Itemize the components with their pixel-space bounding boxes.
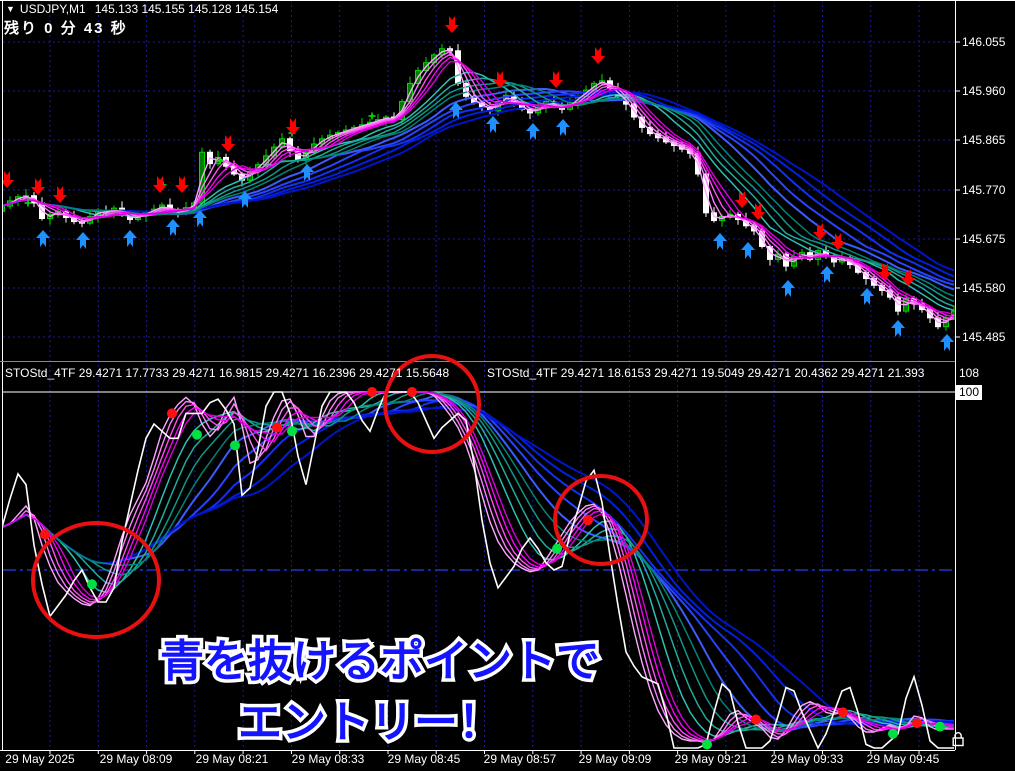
oscillator-panel bbox=[2, 387, 955, 749]
ma-line-blue-4 bbox=[2, 93, 954, 271]
time-axis-label: 29 May 08:45 bbox=[388, 752, 461, 766]
time-axis-label: 29 May 09:45 bbox=[867, 752, 940, 766]
candle-countdown-timer: 残り 0 分 43 秒 bbox=[4, 17, 128, 38]
oscillator-scale-max-label: 108 bbox=[959, 366, 979, 380]
price-axis-label: 146.055 bbox=[962, 35, 1005, 49]
green-dot bbox=[192, 430, 202, 440]
ma-line-magenta-4 bbox=[2, 62, 954, 315]
red-dot bbox=[407, 387, 417, 397]
time-axis-label: 29 May 09:21 bbox=[675, 752, 748, 766]
green-dot bbox=[287, 426, 297, 436]
sell-arrow-icon bbox=[445, 16, 459, 33]
buy-arrow-icon bbox=[76, 232, 90, 249]
entry-annotation-circle bbox=[555, 476, 647, 564]
red-dot bbox=[40, 529, 50, 539]
red-dot bbox=[367, 387, 377, 397]
sell-arrow-icon bbox=[31, 178, 45, 195]
time-axis-label: 29 May 08:57 bbox=[484, 752, 557, 766]
main-price-chart bbox=[0, 16, 957, 351]
sell-arrow-icon bbox=[549, 71, 563, 88]
red-dot bbox=[272, 423, 282, 433]
buy-arrow-icon bbox=[860, 288, 874, 305]
indicator-label-left: STOStd_4TF 29.4271 17.7733 29.4271 16.98… bbox=[5, 366, 449, 380]
time-axis-label: 29 May 09:09 bbox=[579, 752, 652, 766]
sell-arrow-icon bbox=[591, 47, 605, 64]
time-axis-label: 29 May 08:33 bbox=[292, 752, 365, 766]
signal-arrows bbox=[0, 16, 954, 351]
sell-arrow-icon bbox=[286, 118, 300, 135]
buy-arrow-icon bbox=[891, 320, 905, 337]
overlay-text-line1: 青を抜けるポイントで bbox=[160, 637, 600, 686]
time-axis-label: 29 May 08:21 bbox=[196, 752, 269, 766]
buy-arrow-icon bbox=[741, 242, 755, 259]
sell-arrow-icon bbox=[221, 135, 235, 152]
entry-annotation-circle bbox=[33, 523, 159, 637]
time-axis-label: 29 May 2025 bbox=[5, 752, 74, 766]
time-axis[interactable]: 29 May 2025 29 May 08:09 29 May 08:21 29 Ma… bbox=[0, 751, 1015, 771]
buy-arrow-icon bbox=[486, 116, 500, 133]
time-axis-label: 29 May 08:09 bbox=[100, 752, 173, 766]
overlay-text-line2: エントリー！ bbox=[238, 698, 502, 747]
price-axis-label: 145.580 bbox=[962, 281, 1005, 295]
red-dot bbox=[751, 715, 761, 725]
indicator-label-right: STOStd_4TF 29.4271 18.6153 29.4271 19.50… bbox=[487, 366, 924, 380]
green-dot bbox=[935, 722, 945, 732]
green-dot bbox=[552, 544, 562, 554]
time-axis-label: 29 May 09:33 bbox=[771, 752, 844, 766]
ma-line-teal-2 bbox=[2, 82, 954, 301]
symbol-name: USDJPY,M1 bbox=[20, 2, 86, 16]
green-dot bbox=[230, 440, 240, 450]
buy-arrow-icon bbox=[713, 233, 727, 250]
red-dot bbox=[838, 707, 848, 717]
mt4-chart-window: 青を抜けるポイントで エントリー！ ▼ USDJPY,M1 145.133 145.… bbox=[0, 0, 1015, 771]
buy-arrow-icon bbox=[166, 219, 180, 236]
sell-arrow-icon bbox=[53, 186, 67, 203]
chart-canvas[interactable]: 青を抜けるポイントで エントリー！ bbox=[0, 0, 1015, 771]
price-axis-label: 145.485 bbox=[962, 330, 1005, 344]
price-axis-label: 145.770 bbox=[962, 183, 1005, 197]
price-axis-label: 145.960 bbox=[962, 84, 1005, 98]
symbol-title-bar: ▼ USDJPY,M1 145.133 145.155 145.128 145.15… bbox=[6, 2, 278, 16]
green-dot bbox=[702, 739, 712, 749]
sell-arrow-icon bbox=[175, 176, 189, 193]
buy-arrow-icon bbox=[526, 123, 540, 140]
price-axis-label: 145.675 bbox=[962, 232, 1005, 246]
symbol-dropdown-icon[interactable]: ▼ bbox=[6, 4, 15, 14]
red-dot bbox=[583, 515, 593, 525]
red-dot bbox=[167, 408, 177, 418]
price-axis-label: 145.865 bbox=[962, 133, 1005, 147]
buy-arrow-icon bbox=[940, 334, 954, 351]
green-dot bbox=[87, 579, 97, 589]
red-dot bbox=[912, 718, 922, 728]
green-dot bbox=[888, 729, 898, 739]
oscillator-current-value-badge: 100 bbox=[956, 385, 982, 400]
ohlc-values: 145.133 145.155 145.128 145.154 bbox=[95, 2, 279, 16]
buy-arrow-icon bbox=[556, 119, 570, 136]
